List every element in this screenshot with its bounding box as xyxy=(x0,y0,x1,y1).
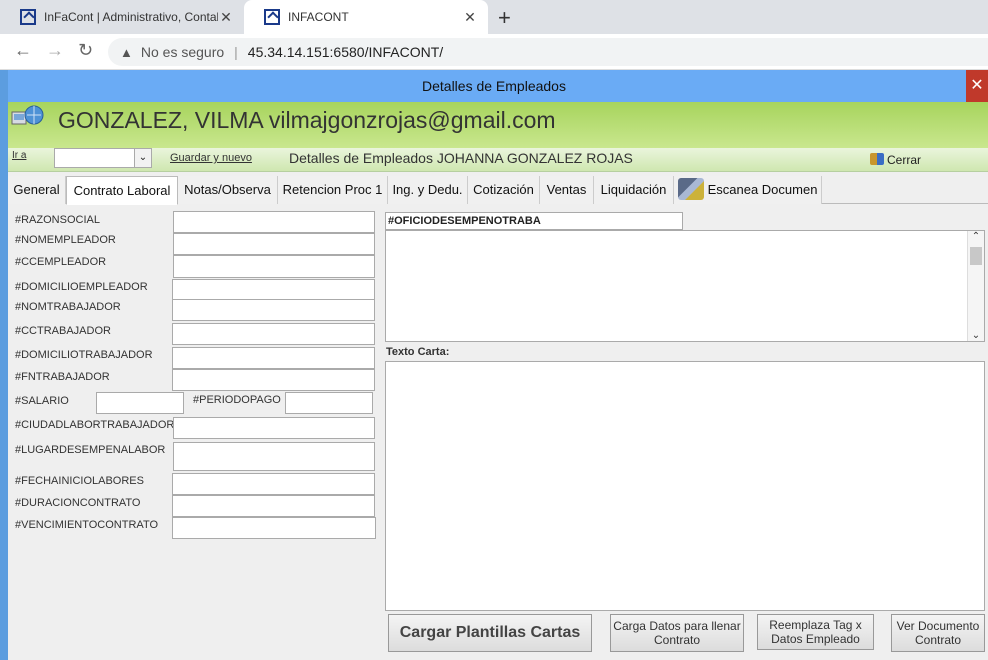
razonsocial-label: #RAZONSOCIAL xyxy=(15,214,100,226)
home-icon xyxy=(264,9,280,25)
ver-documento-button[interactable]: Ver Documento Contrato xyxy=(891,614,985,652)
reemplaza-tag-button[interactable]: Reemplaza Tag x Datos Empleado xyxy=(757,614,874,650)
browser-tab-title: INFACONT xyxy=(288,10,349,24)
tab-escanea-label: Escanea Documen xyxy=(707,182,818,197)
ccempleador-input[interactable] xyxy=(173,255,375,278)
nomempleador-input[interactable] xyxy=(173,233,375,255)
browser-tab-infacont-admin[interactable]: InFaCont | Administrativo, Contab ✕ xyxy=(0,0,244,34)
ir-a-label: Ir a xyxy=(12,150,27,161)
scroll-up-icon[interactable]: ⌃ xyxy=(968,231,984,242)
oficio-textarea[interactable]: ⌃ ⌄ xyxy=(385,230,985,342)
security-status[interactable]: No es seguro xyxy=(141,44,224,60)
razonsocial-input[interactable] xyxy=(173,211,375,233)
cctrabajador-input[interactable] xyxy=(172,323,375,345)
scroll-thumb[interactable] xyxy=(970,247,982,265)
carga-datos-button[interactable]: Carga Datos para llenar Contrato xyxy=(610,614,744,652)
ciudadlabor-label: #CIUDADLABORTRABAJADOR xyxy=(15,419,175,431)
texto-carta-textarea[interactable] xyxy=(385,361,985,611)
guardar-nuevo-button[interactable]: Guardar y nuevo xyxy=(170,152,252,164)
new-tab-button[interactable]: + xyxy=(498,5,511,31)
nomtrabajador-label: #NOMTRABAJADOR xyxy=(15,301,121,313)
vencimiento-input[interactable] xyxy=(172,517,376,539)
duracion-label: #DURACIONCONTRATO xyxy=(15,497,141,509)
domiciliotrabajador-input[interactable] xyxy=(172,347,375,369)
ccempleador-label: #CCEMPLEADOR xyxy=(15,256,107,268)
browser-tabstrip: InFaCont | Administrativo, Contab ✕ INFA… xyxy=(0,0,988,34)
tab-cotizacion[interactable]: Cotización xyxy=(468,176,540,204)
divider: | xyxy=(234,44,238,60)
oficio-scrollbar[interactable]: ⌃ ⌄ xyxy=(967,231,984,341)
domicilioempleador-label: #DOMICILIOEMPLEADOR xyxy=(15,281,148,293)
browser-tab-title: InFaCont | Administrativo, Contab xyxy=(44,10,218,24)
cerrar-button[interactable]: Cerrar xyxy=(870,153,921,167)
oficio-tag-label: #OFICIODESEMPENOTRABA xyxy=(385,212,683,230)
chevron-down-icon[interactable]: ⌄ xyxy=(134,149,151,167)
window-title-text: Detalles de Empleados xyxy=(422,78,566,94)
lugardesempenalabor-input[interactable] xyxy=(173,442,375,471)
tab-notas[interactable]: Notas/Observa xyxy=(178,176,278,204)
employee-banner: GONZALEZ, VILMA vilmajgonzrojas@gmail.co… xyxy=(8,102,988,148)
warning-icon[interactable]: ▲ xyxy=(120,45,133,60)
domicilioempleador-input[interactable] xyxy=(172,279,375,301)
back-icon[interactable]: ← xyxy=(14,40,32,61)
app-window: Detalles de Empleados ✕ GONZALEZ, VILMA … xyxy=(0,70,988,660)
form-subtitle: Detalles de Empleados JOHANNA GONZALEZ R… xyxy=(289,150,633,166)
cctrabajador-label: #CCTRABAJADOR xyxy=(15,325,111,337)
salario-input[interactable] xyxy=(96,392,184,414)
nomempleador-label: #NOMEMPLEADOR xyxy=(15,234,116,246)
lugardesempenalabor-label: #LUGARDESEMPENALABOR xyxy=(15,444,166,456)
fechainicio-label: #FECHAINICIOLABORES xyxy=(15,475,144,487)
home-icon xyxy=(20,9,36,25)
browser-tab-infacont[interactable]: INFACONT ✕ xyxy=(244,0,488,34)
forward-icon[interactable]: → xyxy=(46,40,64,61)
cargar-plantillas-button[interactable]: Cargar Plantillas Cartas xyxy=(388,614,592,652)
tab-escanea-documento[interactable]: Escanea Documen xyxy=(674,176,822,204)
cerrar-label: Cerrar xyxy=(887,153,922,167)
vencimiento-label: #VENCIMIENTOCONTRATO xyxy=(15,519,159,531)
tab-ventas[interactable]: Ventas xyxy=(540,176,594,204)
tab-contrato-laboral[interactable]: Contrato Laboral xyxy=(66,176,178,205)
texto-carta-label: Texto Carta: xyxy=(386,346,450,358)
fntrabajador-input[interactable] xyxy=(172,369,375,391)
omnibox[interactable]: ▲ No es seguro | 45.34.14.151:6580/INFAC… xyxy=(108,38,988,66)
url-text[interactable]: 45.34.14.151:6580/INFACONT/ xyxy=(248,44,443,60)
scroll-down-icon[interactable]: ⌄ xyxy=(968,330,984,341)
computer-globe-icon xyxy=(11,105,44,125)
fntrabajador-label: #FNTRABAJADOR xyxy=(15,371,110,383)
tab-retencion[interactable]: Retencion Proc 1 xyxy=(278,176,388,204)
salario-label: #SALARIO xyxy=(15,395,69,407)
close-tab-icon[interactable]: ✕ xyxy=(462,9,478,26)
employee-name-email: GONZALEZ, VILMA vilmajgonzrojas@gmail.co… xyxy=(58,107,556,133)
address-bar: ← → ↻ ▲ No es seguro | 45.34.14.151:6580… xyxy=(0,34,988,70)
close-tab-icon[interactable]: ✕ xyxy=(218,9,234,26)
duracion-input[interactable] xyxy=(172,495,375,517)
tab-ingresos-deducciones[interactable]: Ing. y Dedu. xyxy=(388,176,468,204)
periodopago-label: #PERIODOPAGO xyxy=(193,394,281,406)
tab-liquidacion[interactable]: Liquidación xyxy=(594,176,674,204)
toolbar: Ir a ⌄ Guardar y nuevo Detalles de Emple… xyxy=(8,148,988,172)
periodopago-input[interactable] xyxy=(285,392,373,414)
scanner-icon xyxy=(677,178,704,200)
tab-bar: General Contrato Laboral Notas/Observa R… xyxy=(8,176,988,205)
reload-icon[interactable]: ↻ xyxy=(78,40,93,61)
left-accent-bar xyxy=(0,70,8,660)
domiciliotrabajador-label: #DOMICILIOTRABAJADOR xyxy=(15,349,153,361)
nomtrabajador-input[interactable] xyxy=(172,299,375,321)
fechainicio-input[interactable] xyxy=(172,473,375,495)
ir-a-combo[interactable]: ⌄ xyxy=(54,148,152,168)
tab-general[interactable]: General xyxy=(8,176,66,204)
window-title: Detalles de Empleados ✕ xyxy=(0,70,988,102)
door-exit-icon xyxy=(870,153,884,165)
ciudadlabor-input[interactable] xyxy=(173,417,375,439)
window-close-button[interactable]: ✕ xyxy=(966,70,988,102)
